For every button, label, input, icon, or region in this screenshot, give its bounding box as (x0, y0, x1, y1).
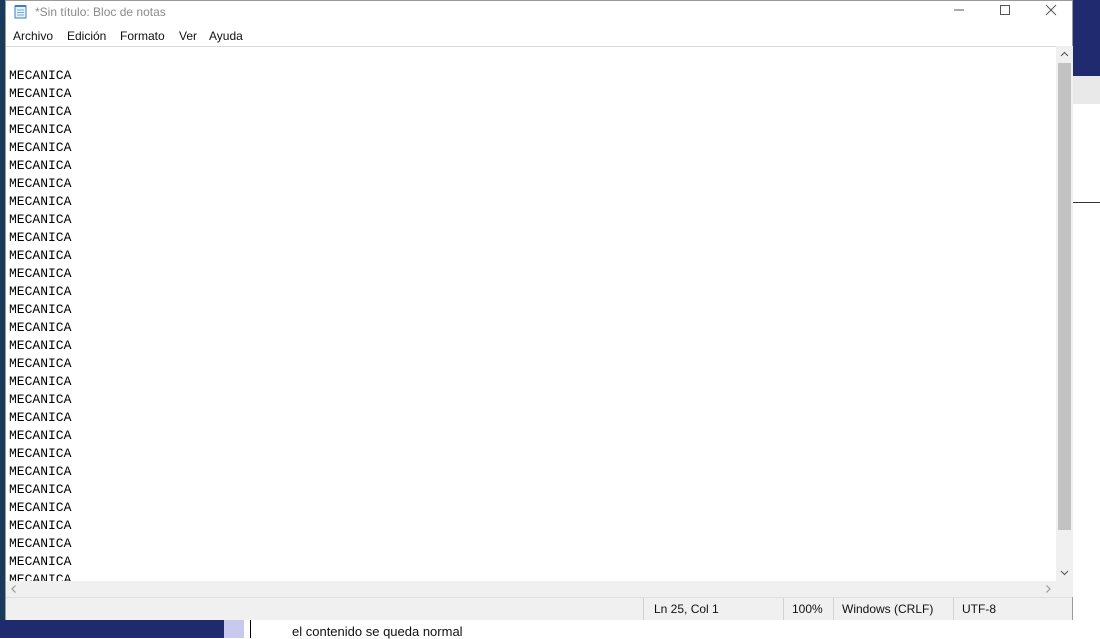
text-line: MECANICA (9, 158, 72, 173)
text-line: MECANICA (9, 284, 72, 299)
text-line: MECANICA (9, 68, 72, 83)
text-line: MECANICA (9, 392, 72, 407)
zoom-level: 100% (783, 598, 833, 620)
editor-content: MECANICA MECANICA MECANICA MECANICA MECANICA… (9, 67, 71, 582)
text-line: MECANICA (9, 212, 72, 227)
background-sidebar (0, 620, 224, 638)
minimize-button[interactable] (936, 1, 982, 23)
menu-formato[interactable]: Formato (120, 29, 165, 43)
line-ending: Windows (CRLF) (833, 598, 953, 620)
scroll-left-button[interactable] (6, 581, 22, 597)
text-line: MECANICA (9, 554, 72, 569)
notepad-window[interactable]: *Sin título: Bloc de notas Archivo Edici… (5, 0, 1073, 620)
text-line: MECANICA (9, 410, 72, 425)
background-panel (1072, 104, 1100, 203)
text-line: MECANICA (9, 86, 72, 101)
status-bar: Ln 25, Col 1 100% Windows (CRLF) UTF-8 (6, 597, 1072, 620)
vertical-scroll-thumb[interactable] (1058, 63, 1071, 530)
text-line: MECANICA (9, 428, 72, 443)
text-line: MECANICA (9, 122, 72, 137)
text-line: MECANICA (9, 230, 72, 245)
maximize-icon (999, 3, 1011, 21)
text-line: MECANICA (9, 500, 72, 515)
cursor-position: Ln 25, Col 1 (643, 598, 783, 620)
horizontal-scrollbar[interactable] (6, 581, 1056, 597)
scroll-down-button[interactable] (1056, 564, 1073, 581)
window-title: *Sin título: Bloc de notas (35, 5, 166, 19)
close-button[interactable] (1028, 1, 1074, 23)
scrollbar-corner (1056, 581, 1073, 597)
text-line: MECANICA (9, 374, 72, 389)
text-line: MECANICA (9, 338, 72, 353)
menu-ver[interactable]: Ver (179, 29, 197, 43)
background-gutter (224, 620, 244, 638)
text-line: MECANICA (9, 302, 72, 317)
menu-ayuda[interactable]: Ayuda (209, 29, 243, 43)
text-line: MECANICA (9, 356, 72, 371)
text-line: MECANICA (9, 482, 72, 497)
maximize-button[interactable] (982, 1, 1028, 23)
scroll-right-button[interactable] (1040, 581, 1056, 597)
text-editor[interactable]: MECANICA MECANICA MECANICA MECANICA MECANICA… (6, 46, 1056, 582)
encoding: UTF-8 (953, 598, 1071, 620)
close-icon (1045, 3, 1057, 21)
text-line: MECANICA (9, 320, 72, 335)
text-line: MECANICA (9, 446, 72, 461)
background-document-border (250, 620, 251, 638)
text-line: MECANICA (9, 464, 72, 479)
text-line: MECANICA (9, 518, 72, 533)
minimize-icon (953, 3, 965, 21)
text-line: MECANICA (9, 536, 72, 551)
notepad-icon (14, 4, 28, 19)
text-line: MECANICA (9, 194, 72, 209)
text-line: MECANICA (9, 104, 72, 119)
background-document-text: el contenido se queda normal (292, 624, 463, 639)
vertical-scrollbar[interactable] (1056, 46, 1073, 581)
text-line: MECANICA (9, 266, 72, 281)
background-page (1072, 203, 1100, 638)
title-bar[interactable]: *Sin título: Bloc de notas (6, 1, 1072, 23)
text-line: MECANICA (9, 140, 72, 155)
background-header-band (1072, 0, 1100, 76)
menu-bar: Archivo Edición Formato Ver Ayuda (6, 26, 1072, 46)
background-toolbar (1072, 76, 1100, 105)
text-line: MECANICA (9, 176, 72, 191)
scroll-up-button[interactable] (1056, 46, 1073, 63)
menu-archivo[interactable]: Archivo (13, 29, 53, 43)
menu-edicion[interactable]: Edición (67, 29, 106, 43)
text-line: MECANICA (9, 248, 72, 263)
